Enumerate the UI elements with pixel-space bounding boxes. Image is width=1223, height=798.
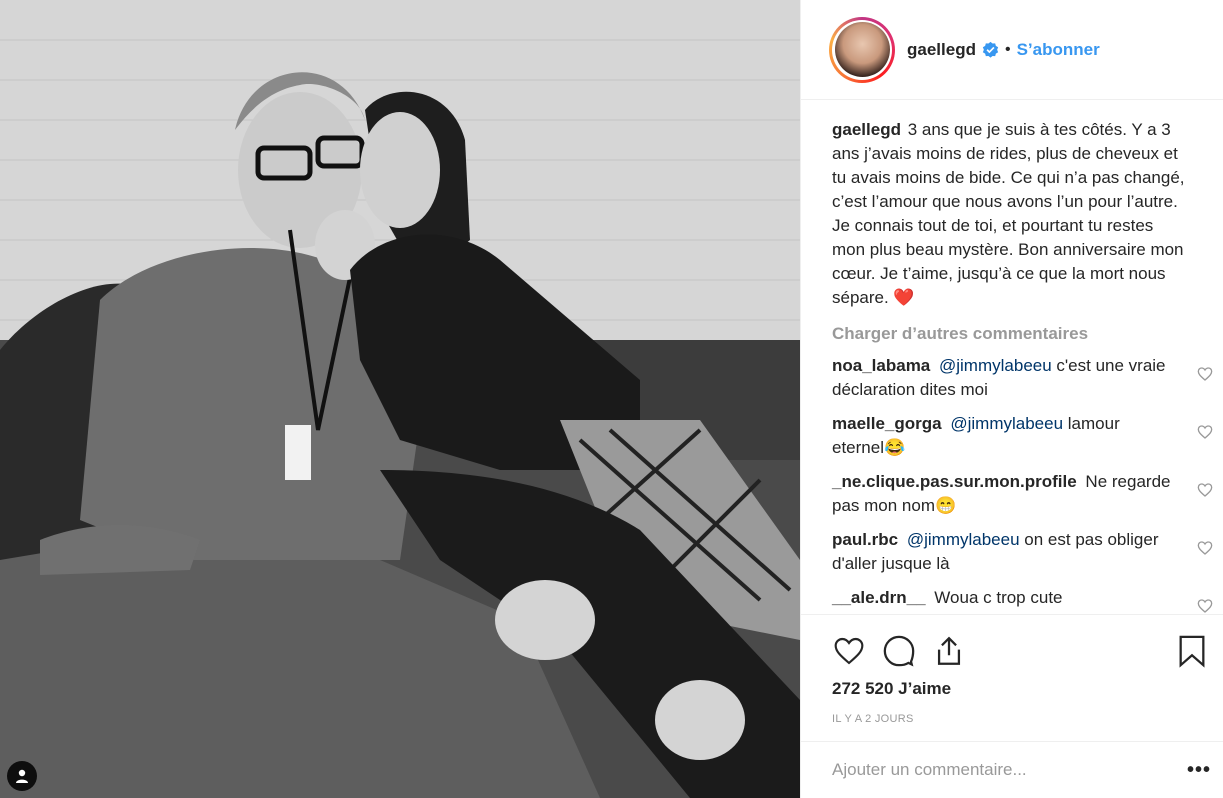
post-actions: 272 520 J’aime IL Y A 2 JOURS [801,614,1223,725]
comment-mention[interactable]: @jimmylabeeu [939,356,1052,375]
comment-icon[interactable] [882,634,916,668]
like-comment-heart-icon[interactable] [1187,354,1223,382]
comment-mention[interactable]: @jimmylabeeu [950,414,1063,433]
comment-input[interactable] [832,760,1187,780]
comment-author[interactable]: noa_labama [832,356,930,375]
comment-item: paul.rbc @jimmylabeeu on est pas obliger… [832,528,1223,576]
comment-author[interactable]: paul.rbc [832,530,898,549]
post-caption: gaellegd 3 ans que je suis à tes côtés. … [832,118,1223,310]
likes-count[interactable]: 272 520 J’aime [832,679,1207,699]
post-photo[interactable] [0,0,800,798]
comment-author[interactable]: maelle_gorga [832,414,942,433]
comment-item: __ale.drn__ Woua c trop cute [832,586,1223,614]
comment-body: Woua c trop cute [934,588,1063,607]
comment-text: noa_labama @jimmylabeeu c'est une vraie … [832,354,1187,402]
post-timestamp[interactable]: IL Y A 2 JOURS [832,713,1207,725]
comment-text: _ne.clique.pas.sur.mon.profile Ne regard… [832,470,1187,518]
header-username[interactable]: gaellegd [907,40,976,60]
like-comment-heart-icon[interactable] [1187,470,1223,498]
photo-scene [0,0,800,798]
comment-item: _ne.clique.pas.sur.mon.profile Ne regard… [832,470,1223,518]
post-side-panel: gaellegd • S’abonner gaellegd 3 ans que … [800,0,1223,798]
post-container: gaellegd • S’abonner gaellegd 3 ans que … [0,0,1223,798]
avatar-inner [832,19,892,80]
header-separator: • [1004,40,1011,58]
comment-text: maelle_gorga @jimmylabeeu lamour eternel… [832,412,1187,460]
bookmark-icon[interactable] [1177,634,1207,668]
more-options-icon[interactable]: ••• [1187,759,1211,782]
heart-icon[interactable] [832,635,866,667]
comment-text: __ale.drn__ Woua c trop cute [832,586,1187,610]
comment-author[interactable]: _ne.clique.pas.sur.mon.profile [832,472,1077,491]
comment-list: noa_labama @jimmylabeeu c'est une vraie … [832,354,1223,614]
follow-button[interactable]: S’abonner [1017,40,1100,60]
verified-badge-icon [982,41,999,58]
like-comment-heart-icon[interactable] [1187,528,1223,556]
share-icon[interactable] [932,634,966,668]
like-comment-heart-icon[interactable] [1187,412,1223,440]
tag-user-icon[interactable] [7,761,37,791]
load-more-comments-button[interactable]: Charger d’autres commentaires [832,324,1223,344]
add-comment-bar: ••• [801,741,1223,798]
avatar[interactable] [829,16,895,83]
post-header: gaellegd • S’abonner [801,0,1223,100]
comment-item: maelle_gorga @jimmylabeeu lamour eternel… [832,412,1223,460]
like-comment-heart-icon[interactable] [1187,586,1223,614]
comment-author[interactable]: __ale.drn__ [832,588,926,607]
action-icons-row [832,631,1207,671]
comment-mention[interactable]: @jimmylabeeu [907,530,1020,549]
avatar-image [834,22,890,77]
caption-author[interactable]: gaellegd [832,120,901,139]
comment-text: paul.rbc @jimmylabeeu on est pas obliger… [832,528,1187,576]
caption-text: 3 ans que je suis à tes côtés. Y a 3 ans… [832,120,1185,307]
comments-section[interactable]: gaellegd 3 ans que je suis à tes côtés. … [801,100,1223,614]
comment-item: noa_labama @jimmylabeeu c'est une vraie … [832,354,1223,402]
